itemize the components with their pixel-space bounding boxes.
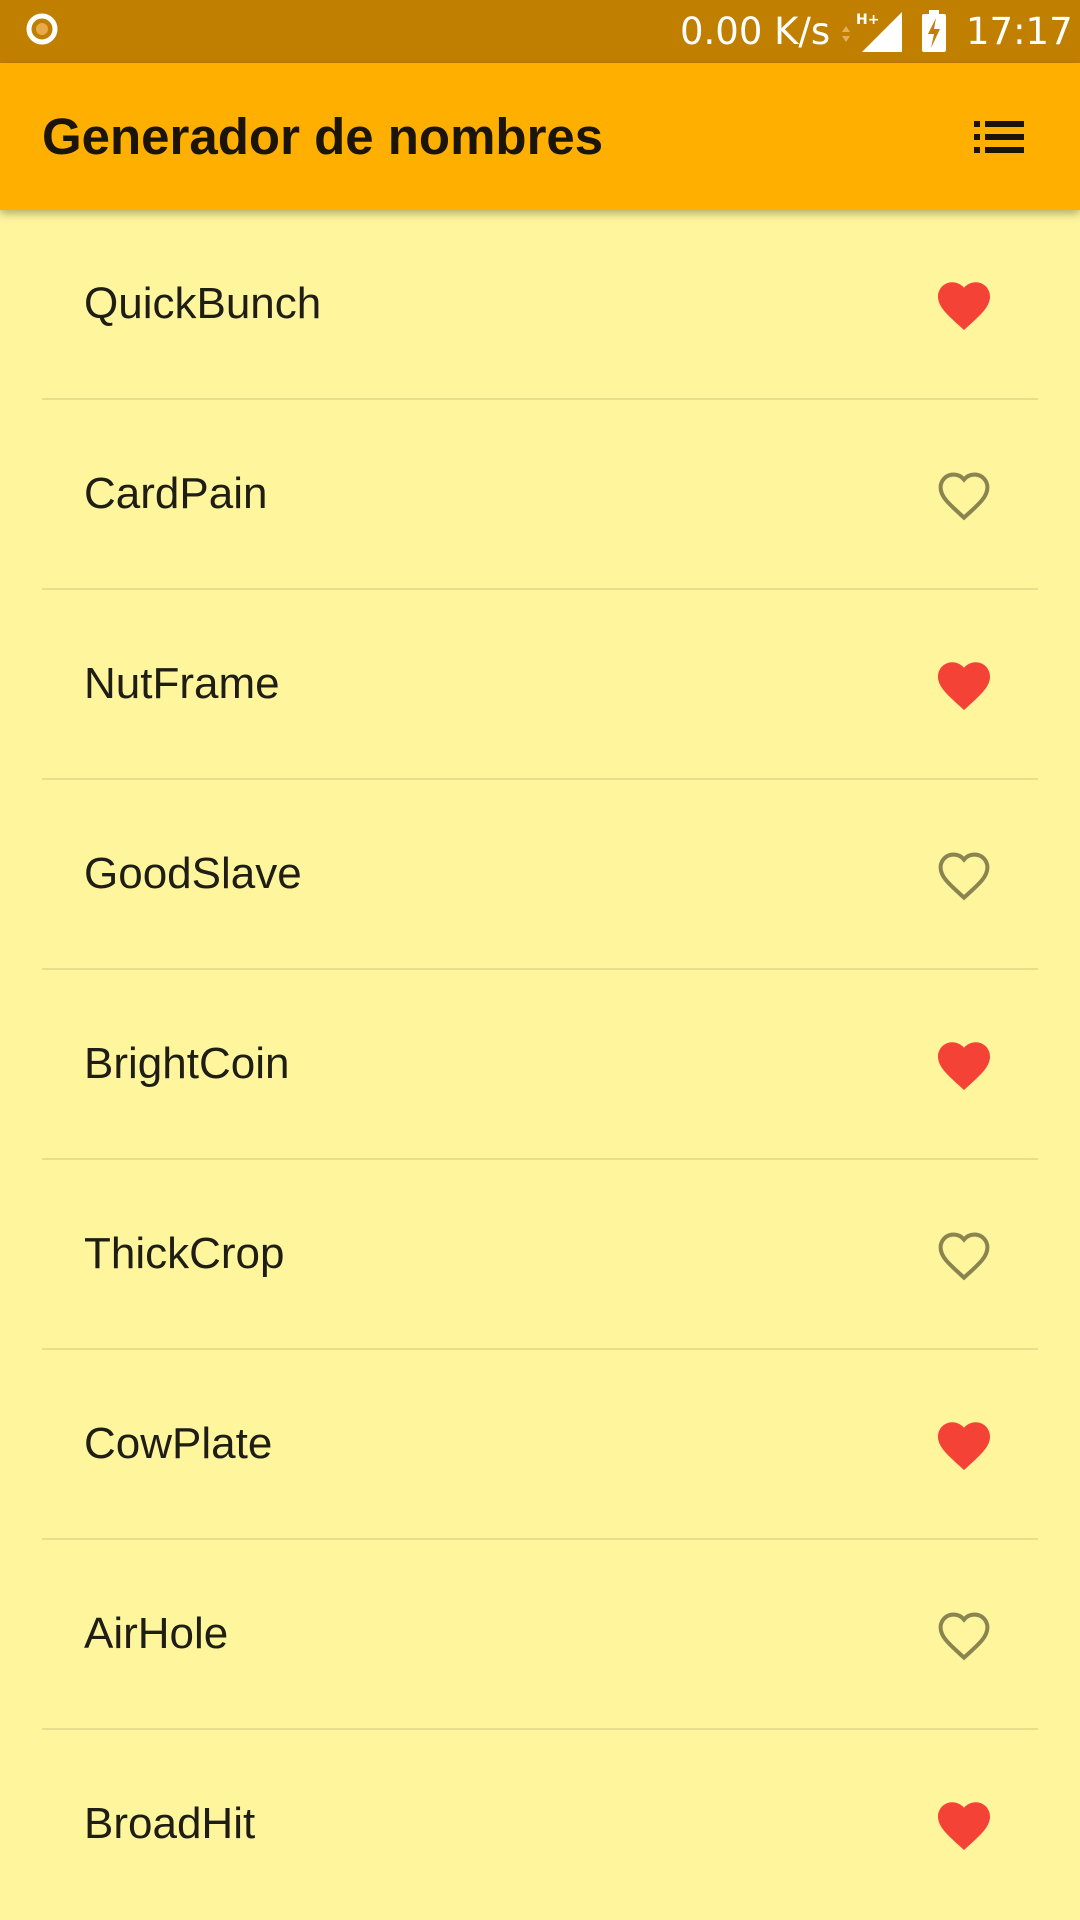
heart-outline-icon[interactable] (936, 850, 992, 902)
names-list[interactable]: QuickBunch CardPain NutFrame GoodSlave Brigh… (0, 210, 1080, 1920)
heart-filled-icon[interactable] (936, 1800, 992, 1852)
list-item[interactable]: ThickCrop (0, 1160, 1080, 1348)
heart-filled-icon[interactable] (936, 280, 992, 332)
heart-filled-icon[interactable] (936, 660, 992, 712)
network-speed: 0.00 K/s (680, 10, 831, 53)
list-item-name: CowPlate (84, 1419, 273, 1468)
network-type: H+ (856, 12, 879, 28)
list-item-name: GoodSlave (84, 849, 302, 898)
list-item-name: NutFrame (84, 659, 280, 708)
list-item[interactable]: CardPain (0, 400, 1080, 588)
notification-circle-icon (26, 13, 58, 45)
list-item[interactable]: GoodSlave (0, 780, 1080, 968)
list-item[interactable]: NutFrame (0, 590, 1080, 778)
heart-outline-icon[interactable] (936, 470, 992, 522)
list-item[interactable]: BroadHit (0, 1730, 1080, 1918)
list-item-name: CardPain (84, 469, 268, 518)
status-bar: 0.00 K/s H+ 17:17 (0, 0, 1080, 63)
page-title: Generador de nombres (42, 108, 604, 165)
list-item[interactable]: AirHole (0, 1540, 1080, 1728)
list-item[interactable]: QuickBunch (0, 210, 1080, 398)
clock: 17:17 (966, 10, 1073, 53)
list-item-name: ThickCrop (84, 1229, 285, 1278)
list-item[interactable]: CowPlate (0, 1350, 1080, 1538)
battery-charging-icon (922, 10, 946, 52)
heart-filled-icon[interactable] (936, 1040, 992, 1092)
heart-outline-icon[interactable] (936, 1610, 992, 1662)
heart-filled-icon[interactable] (936, 1420, 992, 1472)
signal-icon: H+ (842, 12, 902, 52)
list-item-name: QuickBunch (84, 279, 322, 328)
list-item[interactable]: BrightCoin (0, 970, 1080, 1158)
list-icon (974, 121, 1024, 153)
heart-outline-icon[interactable] (936, 1230, 992, 1282)
list-item-name: BroadHit (84, 1799, 256, 1848)
list-item-name: AirHole (84, 1609, 229, 1658)
app-bar: Generador de nombres (0, 63, 1080, 210)
saved-list-button[interactable] (966, 107, 1032, 167)
list-item-name: BrightCoin (84, 1039, 290, 1088)
